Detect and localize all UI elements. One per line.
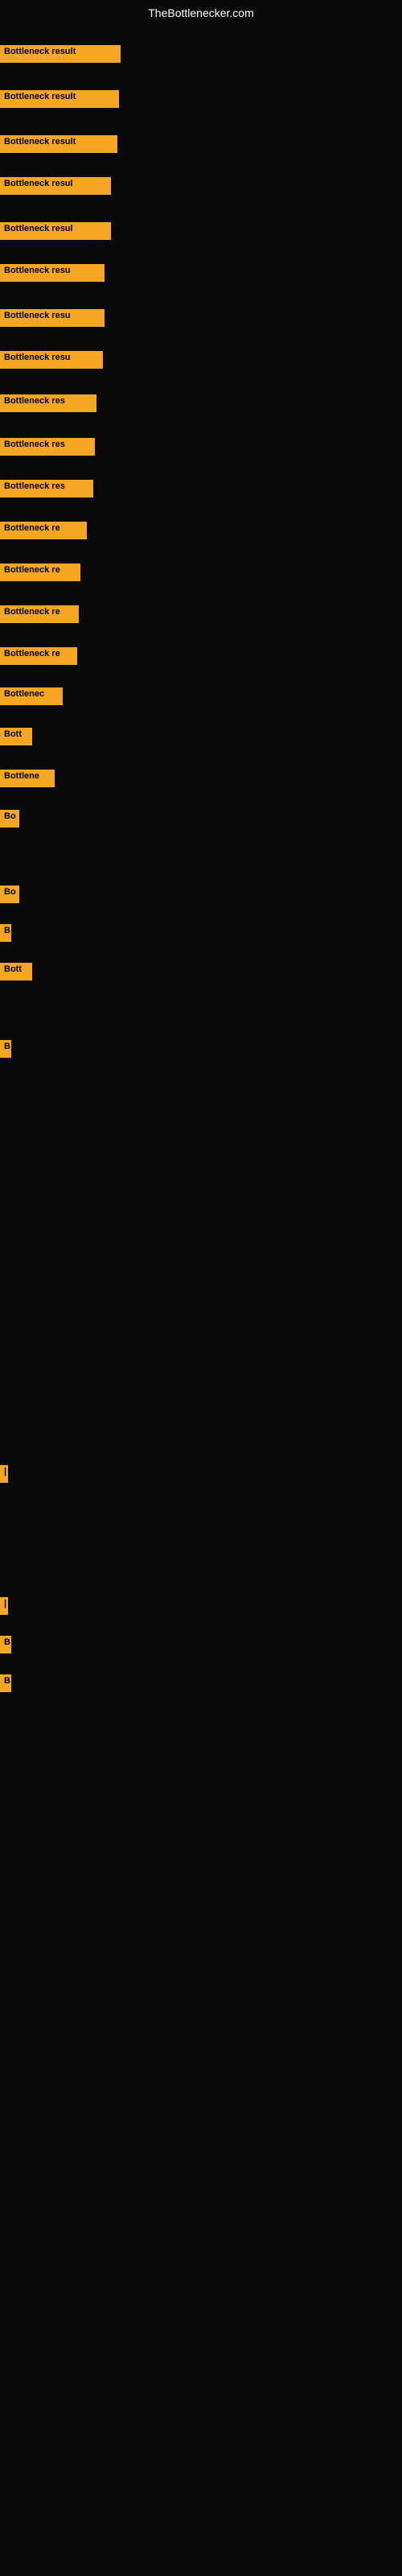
bottleneck-badge: Bott <box>0 728 32 745</box>
bottleneck-badge: B <box>0 1674 11 1692</box>
bottleneck-badge: Bottleneck res <box>0 438 95 456</box>
bottleneck-badge: Bottleneck result <box>0 90 119 108</box>
bottleneck-badge: Bo <box>0 810 19 828</box>
bottleneck-badge: Bottleneck re <box>0 647 77 665</box>
bottleneck-badge: Bottlene <box>0 770 55 787</box>
bottleneck-badge: Bottleneck result <box>0 45 121 63</box>
bottleneck-badge: B <box>0 1040 11 1058</box>
bottleneck-badge: B <box>0 924 11 942</box>
bottleneck-badge: Bottlenec <box>0 687 63 705</box>
bottleneck-badge: Bo <box>0 886 19 903</box>
bottleneck-badge: Bottleneck re <box>0 522 87 539</box>
bottleneck-badge: | <box>0 1465 8 1483</box>
bottleneck-badge: | <box>0 1597 8 1615</box>
bottleneck-badge: Bottleneck resul <box>0 177 111 195</box>
bottleneck-badge: Bott <box>0 963 32 980</box>
bottleneck-badge: Bottleneck re <box>0 564 80 581</box>
bottleneck-badge: Bottleneck resu <box>0 351 103 369</box>
bottleneck-badge: Bottleneck resu <box>0 309 105 327</box>
bottleneck-badge: Bottleneck resul <box>0 222 111 240</box>
bottleneck-badge: Bottleneck res <box>0 480 93 497</box>
bottleneck-badge: Bottleneck res <box>0 394 96 412</box>
site-title: TheBottlenecker.com <box>0 6 402 19</box>
bottleneck-badge: Bottleneck result <box>0 135 117 153</box>
bottleneck-badge: Bottleneck re <box>0 605 79 623</box>
bottleneck-badge: Bottleneck resu <box>0 264 105 282</box>
bottleneck-badge: B <box>0 1636 11 1653</box>
